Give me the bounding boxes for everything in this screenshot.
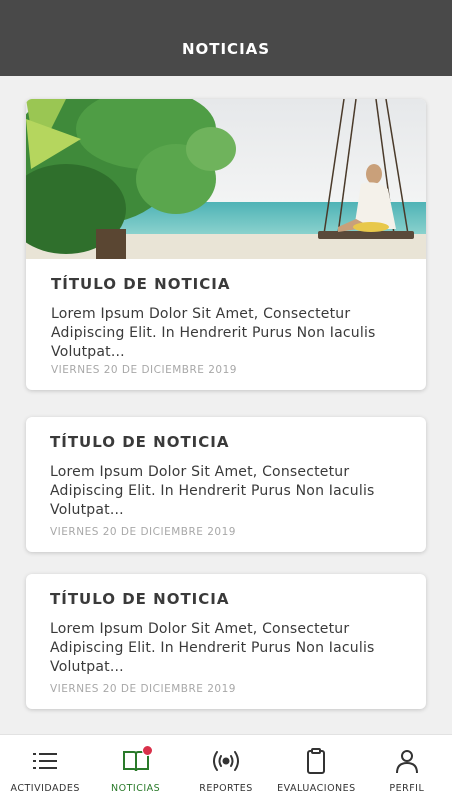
news-title: TÍTULO DE NOTICIA bbox=[51, 275, 231, 293]
notification-badge bbox=[141, 745, 153, 756]
news-title: TÍTULO DE NOTICIA bbox=[50, 590, 230, 608]
nav-label: ACTIVIDADES bbox=[10, 783, 80, 794]
news-card[interactable]: TÍTULO DE NOTICIA Lorem Ipsum Dolor Sit … bbox=[26, 417, 426, 552]
news-title: TÍTULO DE NOTICIA bbox=[50, 433, 230, 451]
page-title: NOTICIAS bbox=[181, 40, 271, 58]
news-card[interactable]: TÍTULO DE NOTICIA Lorem Ipsum Dolor Sit … bbox=[26, 99, 426, 390]
nav-label: NOTICIAS bbox=[111, 783, 161, 794]
nav-label: REPORTES bbox=[199, 783, 253, 794]
nav-item-noticias[interactable]: NOTICIAS bbox=[90, 735, 180, 801]
news-card[interactable]: TÍTULO DE NOTICIA Lorem Ipsum Dolor Sit … bbox=[26, 574, 426, 709]
clipboard-icon bbox=[307, 748, 326, 774]
book-icon-wrapper bbox=[121, 745, 153, 775]
nav-label: EVALUACIONES bbox=[277, 783, 356, 794]
news-excerpt: Lorem Ipsum Dolor Sit Amet, Consectetur … bbox=[50, 464, 375, 518]
news-image bbox=[26, 99, 426, 259]
news-date: VIERNES 20 DE DICIEMBRE 2019 bbox=[50, 683, 236, 695]
list-icon bbox=[33, 753, 58, 769]
app-header: NOTICIAS bbox=[0, 0, 452, 76]
news-date: VIERNES 20 DE DICIEMBRE 2019 bbox=[50, 526, 236, 538]
news-excerpt: Lorem Ipsum Dolor Sit Amet, Consectetur … bbox=[51, 306, 376, 360]
nav-item-reportes[interactable]: REPORTES bbox=[181, 735, 271, 801]
nav-item-perfil[interactable]: PERFIL bbox=[362, 735, 452, 801]
user-icon bbox=[395, 750, 418, 774]
nav-item-actividades[interactable]: ACTIVIDADES bbox=[0, 735, 90, 801]
news-excerpt: Lorem Ipsum Dolor Sit Amet, Consectetur … bbox=[50, 621, 375, 675]
bottom-navigation: ACTIVIDADES NOTICIAS REPORTES EVALUACION… bbox=[0, 734, 452, 801]
broadcast-icon bbox=[213, 751, 240, 771]
nav-item-evaluaciones[interactable]: EVALUACIONES bbox=[271, 735, 361, 801]
news-date: VIERNES 20 DE DICIEMBRE 2019 bbox=[51, 364, 237, 376]
nav-label: PERFIL bbox=[389, 783, 425, 794]
